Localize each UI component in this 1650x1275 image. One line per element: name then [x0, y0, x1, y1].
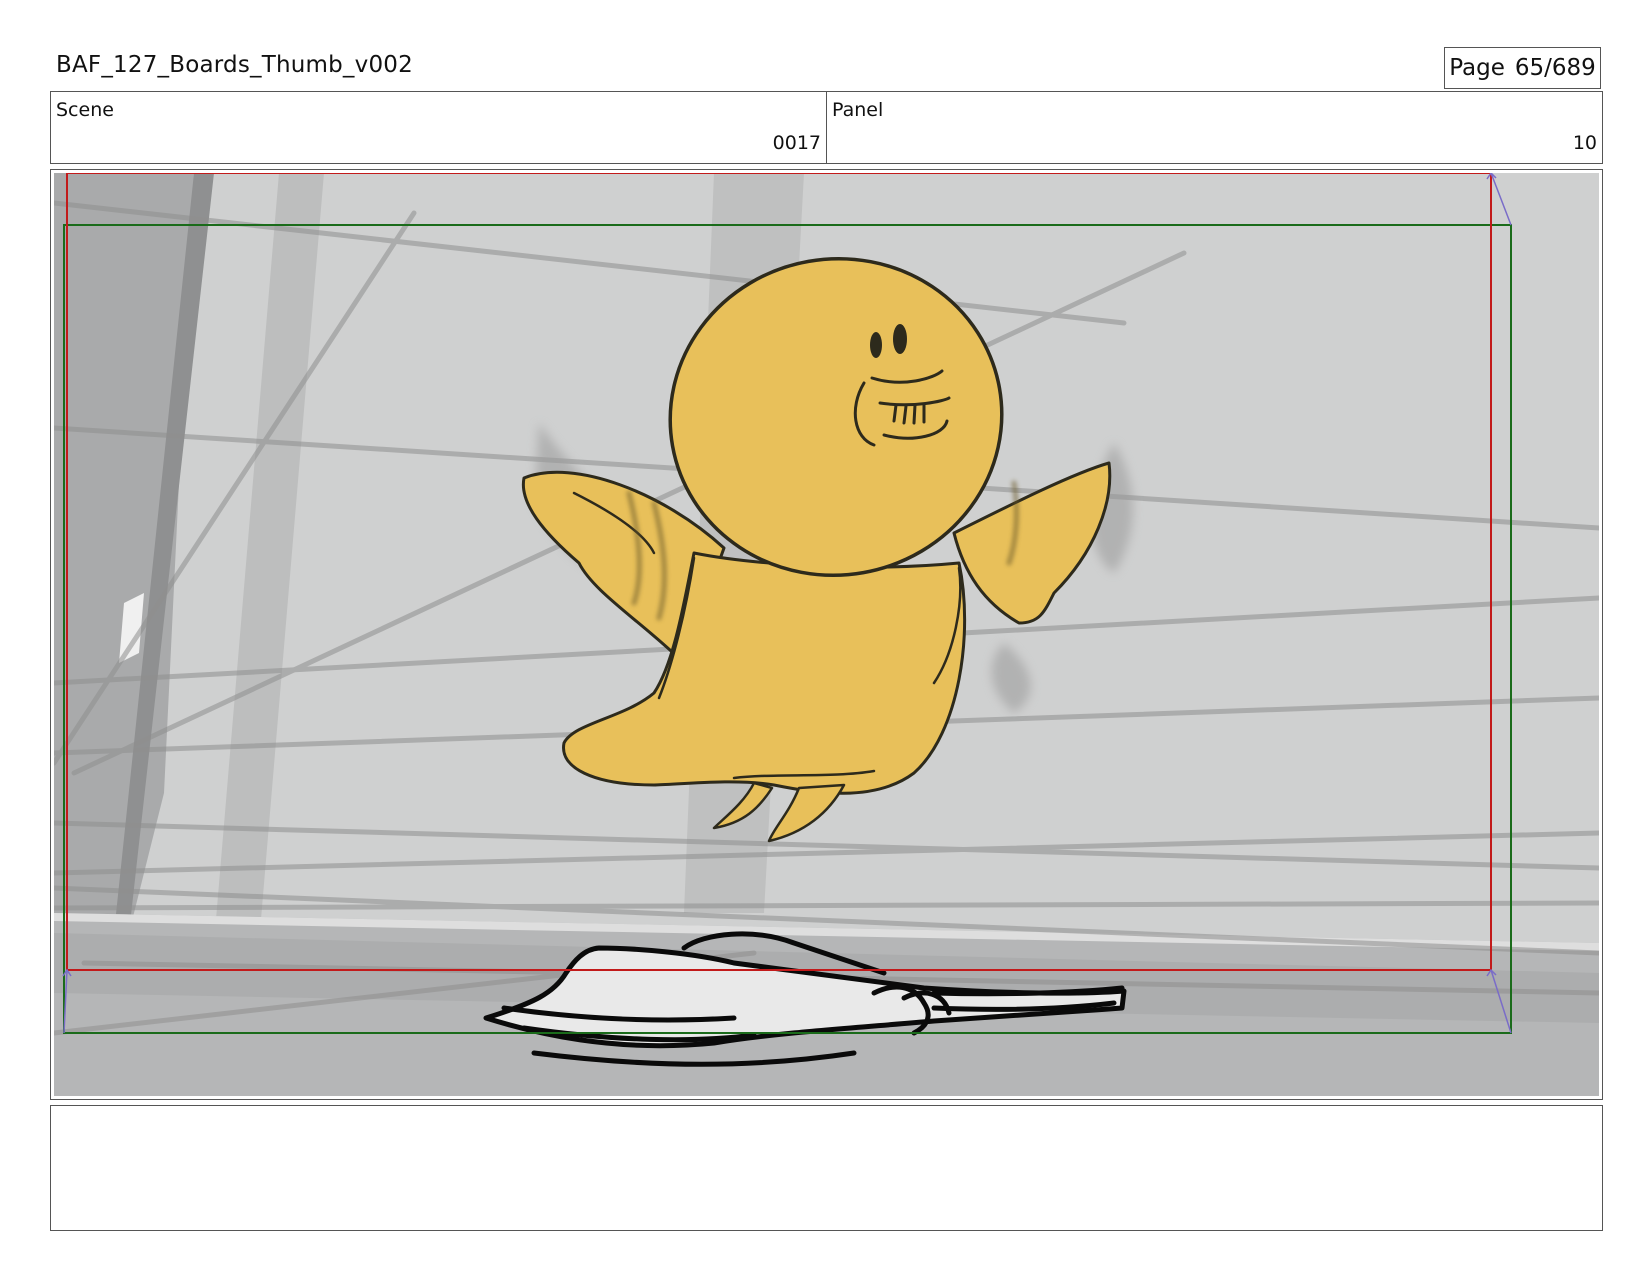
page-number: 65/689 [1514, 55, 1596, 81]
page-indicator: Page 65/689 [1444, 47, 1601, 89]
document-title: BAF_127_Boards_Thumb_v002 [56, 52, 413, 78]
scene-cell: Scene 0017 [51, 92, 826, 163]
scene-label: Scene [56, 99, 114, 121]
scene-panel-info: Scene 0017 Panel 10 [50, 91, 1603, 164]
right-eye [893, 324, 907, 354]
panel-number: 10 [1572, 132, 1597, 154]
left-eye [870, 332, 882, 358]
panel-cell: Panel 10 [826, 92, 1602, 163]
scene-number: 0017 [772, 132, 821, 154]
storyboard-drawing [54, 173, 1599, 1096]
panel-notes-box [50, 1105, 1603, 1231]
storyboard-panel [50, 169, 1603, 1100]
page-label: Page [1449, 55, 1505, 81]
panel-label: Panel [832, 99, 884, 121]
